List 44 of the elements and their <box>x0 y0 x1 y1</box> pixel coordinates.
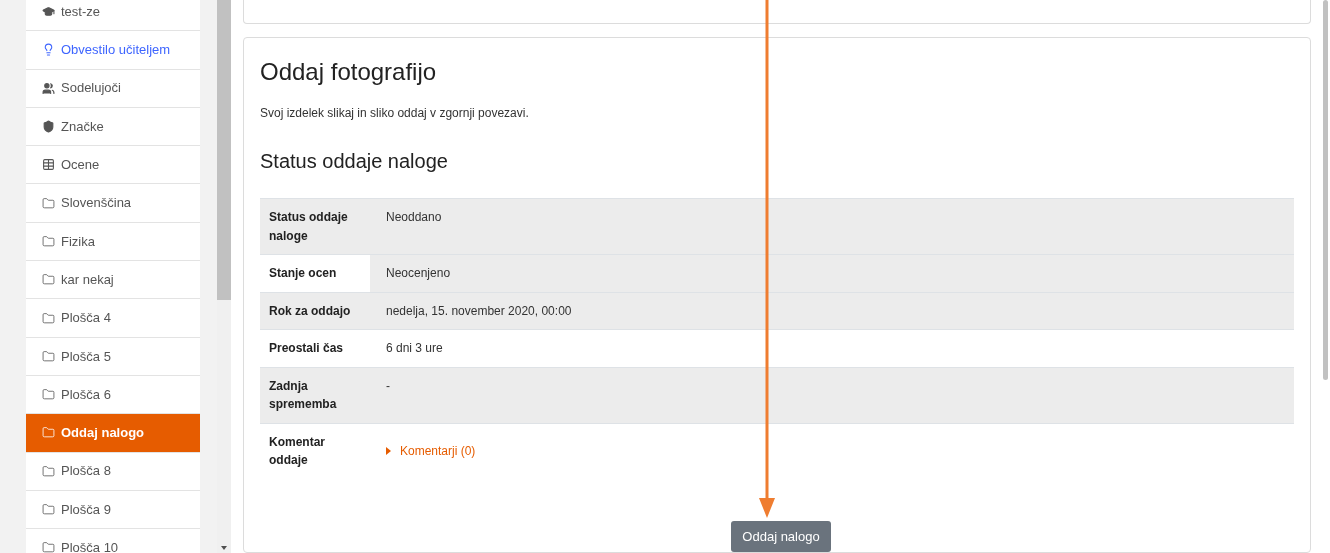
sidebar-item[interactable]: Plošča 8 <box>26 452 200 491</box>
sidebar-item[interactable]: Plošča 5 <box>26 337 200 376</box>
sidebar-item[interactable]: kar nekaj <box>26 261 200 300</box>
row-value: - <box>370 367 1294 423</box>
sidebar-item[interactable]: Plošča 6 <box>26 375 200 415</box>
section-heading: Status oddaje naloge <box>260 149 449 174</box>
sidebar-item[interactable]: Oddaj nalogo <box>26 414 200 453</box>
shield-icon <box>42 120 55 134</box>
row-value: nedelja, 15. november 2020, 00:00 <box>370 292 1294 329</box>
folder-icon <box>42 311 55 325</box>
submit-button[interactable]: Oddaj nalogo <box>731 520 831 552</box>
row-value: Neoddano <box>370 199 1294 254</box>
folder-icon <box>42 196 55 210</box>
row-label: Rok za oddajo <box>260 292 370 329</box>
people-icon <box>42 81 55 95</box>
folder-icon <box>42 234 55 248</box>
folder-icon <box>42 541 55 553</box>
sidebar-scrollbar[interactable] <box>217 0 231 553</box>
lightbulb-icon <box>42 43 55 57</box>
sidebar-item[interactable]: Plošča 10 <box>26 529 200 553</box>
sidebar-item[interactable]: Slovenščina <box>26 184 200 223</box>
folder-icon <box>42 426 55 440</box>
row-value: Neocenjeno <box>370 255 1294 292</box>
graduation-cap-icon <box>42 5 55 19</box>
table-icon <box>42 158 55 172</box>
folder-icon <box>42 388 55 402</box>
assignment-title: Oddaj fotografijo <box>260 58 438 86</box>
sidebar-item[interactable]: Ocene <box>26 146 200 185</box>
sidebar-item[interactable]: Značke <box>26 107 200 147</box>
row-label: Zadnja sprememba <box>260 367 370 423</box>
sidebar-item[interactable]: Obvestilo učiteljem <box>26 31 200 70</box>
folder-icon <box>42 503 55 516</box>
row-label: Status oddaje naloge <box>260 199 370 254</box>
sidebar-item[interactable]: Fizika <box>26 222 200 262</box>
sidebar-item[interactable]: Plošča 4 <box>26 299 200 338</box>
comments-link[interactable]: Komentarji (0) <box>386 441 476 461</box>
folder-icon <box>42 464 55 478</box>
sidebar-item[interactable]: Plošča 9 <box>26 490 200 530</box>
sidebar-item[interactable]: Sodelujoči <box>26 69 200 108</box>
caret-icon <box>386 447 391 455</box>
sidebar-item[interactable]: test-ze <box>26 0 200 32</box>
folder-icon <box>42 273 55 287</box>
folder-icon <box>42 349 55 363</box>
assignment-description: Svoj izdelek slikaj in sliko oddaj v zgornji povezavi. <box>260 105 530 122</box>
